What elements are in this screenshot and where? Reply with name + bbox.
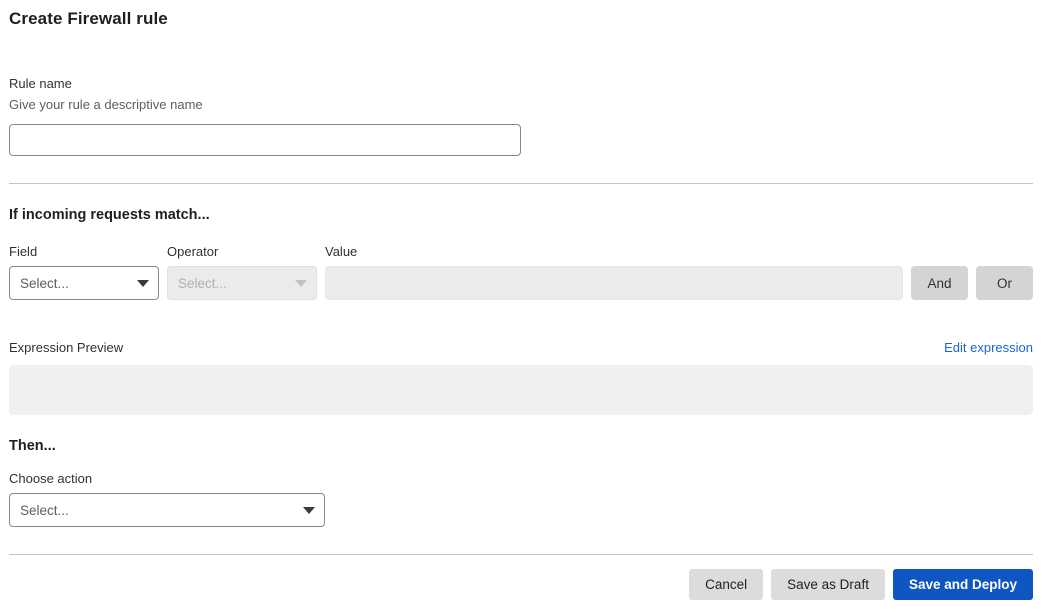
match-section-heading: If incoming requests match... [9,207,210,223]
or-button[interactable]: Or [976,266,1033,300]
rule-name-help-text: Give your rule a descriptive name [9,97,203,112]
operator-select-value: Select... [178,275,227,291]
edit-expression-link[interactable]: Edit expression [944,340,1033,355]
expression-preview-box [9,365,1033,415]
cancel-button[interactable]: Cancel [689,569,764,600]
save-as-draft-button[interactable]: Save as Draft [771,569,885,600]
condition-column-headers: Field Operator Value [9,244,1033,260]
chevron-down-icon [303,507,315,514]
and-button[interactable]: And [911,266,968,300]
then-section: Then... Choose action Select... [9,437,1033,527]
column-header-operator: Operator [167,244,219,259]
rule-name-label: Rule name [9,76,72,91]
page-title: Create Firewall rule [9,9,168,28]
footer-actions: Cancel Save as Draft Save and Deploy [9,555,1033,613]
divider-top [9,183,1033,184]
chevron-down-icon [295,280,307,287]
value-input-wrapper [325,266,903,300]
choose-action-label: Choose action [9,471,93,486]
column-header-field: Field [9,244,38,259]
footer: Cancel Save as Draft Save and Deploy [9,554,1033,613]
save-and-deploy-button[interactable]: Save and Deploy [892,569,1033,600]
column-header-value: Value [325,244,358,259]
action-select-value: Select... [20,502,69,518]
action-select[interactable]: Select... [9,493,325,527]
operator-select[interactable]: Select... [167,266,317,300]
rule-name-group: Rule name Give your rule a descriptive n… [9,76,1033,156]
value-input[interactable] [325,266,903,300]
field-select-value: Select... [20,275,69,291]
create-firewall-rule-page: Create Firewall rule Rule name Give your… [0,0,1042,613]
expression-preview-label: Expression Preview [9,340,124,355]
chevron-down-icon [137,280,149,287]
expression-preview-section: Expression Preview Edit expression [9,340,1033,415]
condition-row: Select... Select... And Or [9,266,1033,300]
then-section-heading: Then... [9,438,56,454]
match-conditions-section: If incoming requests match... Field Oper… [9,206,1033,300]
expression-preview-header: Expression Preview Edit expression [9,340,1033,356]
field-select[interactable]: Select... [9,266,159,300]
rule-name-input[interactable] [9,124,521,156]
